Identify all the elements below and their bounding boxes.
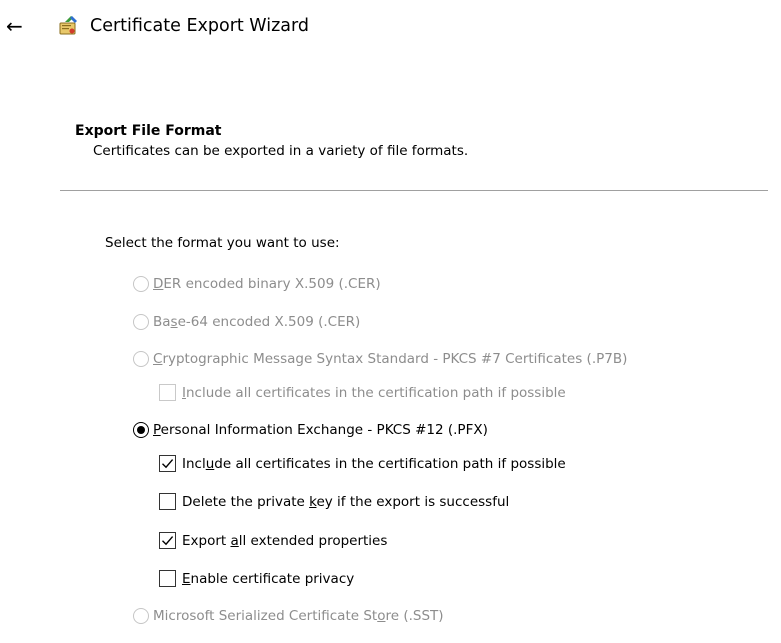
section-title: Export File Format [75, 123, 222, 139]
checkbox-p7b-include-all-certs[interactable]: Include all certificates in the certific… [159, 384, 566, 401]
format-prompt: Select the format you want to use: [105, 235, 340, 251]
checkbox-pfx-include-all-certs[interactable]: Include all certificates in the certific… [159, 455, 566, 472]
radio-button[interactable] [133, 608, 149, 624]
radio-label: DER encoded binary X.509 (.CER) [153, 276, 381, 292]
radio-label: Personal Information Exchange - PKCS #12… [153, 422, 488, 438]
divider [60, 190, 768, 191]
window-title: Certificate Export Wizard [90, 16, 309, 36]
radio-label: Cryptographic Message Syntax Standard - … [153, 351, 628, 367]
radio-button[interactable] [133, 351, 149, 367]
section-description: Certificates can be exported in a variet… [93, 143, 469, 159]
radio-label: Microsoft Serialized Certificate Store (… [153, 608, 444, 624]
checkbox[interactable] [159, 455, 176, 472]
radio-button[interactable] [133, 314, 149, 330]
checkbox[interactable] [159, 384, 176, 401]
radio-button[interactable] [133, 276, 149, 292]
back-button[interactable]: ← [6, 15, 23, 37]
radio-pkcs12-pfx[interactable]: Personal Information Exchange - PKCS #12… [133, 422, 488, 438]
radio-button[interactable] [133, 422, 149, 438]
checkbox[interactable] [159, 493, 176, 510]
checkmark-icon [162, 459, 174, 469]
checkbox-delete-private-key[interactable]: Delete the private key if the export is … [159, 493, 509, 510]
checkbox-label: Delete the private key if the export is … [182, 493, 510, 510]
checkmark-icon [162, 536, 174, 546]
checkbox-enable-certificate-privacy[interactable]: Enable certificate privacy [159, 570, 354, 587]
radio-der-cer[interactable]: DER encoded binary X.509 (.CER) [133, 276, 381, 292]
checkbox-label: Include all certificates in the certific… [182, 384, 566, 401]
checkbox-label: Export all extended properties [182, 532, 388, 549]
radio-base64-cer[interactable]: Base-64 encoded X.509 (.CER) [133, 314, 360, 330]
radio-pkcs7-p7b[interactable]: Cryptographic Message Syntax Standard - … [133, 351, 627, 367]
radio-label: Base-64 encoded X.509 (.CER) [153, 314, 361, 330]
certificate-wizard-icon [57, 15, 79, 37]
checkbox-label: Enable certificate privacy [182, 570, 355, 587]
checkbox-export-extended-properties[interactable]: Export all extended properties [159, 532, 387, 549]
checkbox[interactable] [159, 532, 176, 549]
checkbox-label: Include all certificates in the certific… [182, 455, 566, 472]
radio-sst[interactable]: Microsoft Serialized Certificate Store (… [133, 608, 444, 624]
checkbox[interactable] [159, 570, 176, 587]
